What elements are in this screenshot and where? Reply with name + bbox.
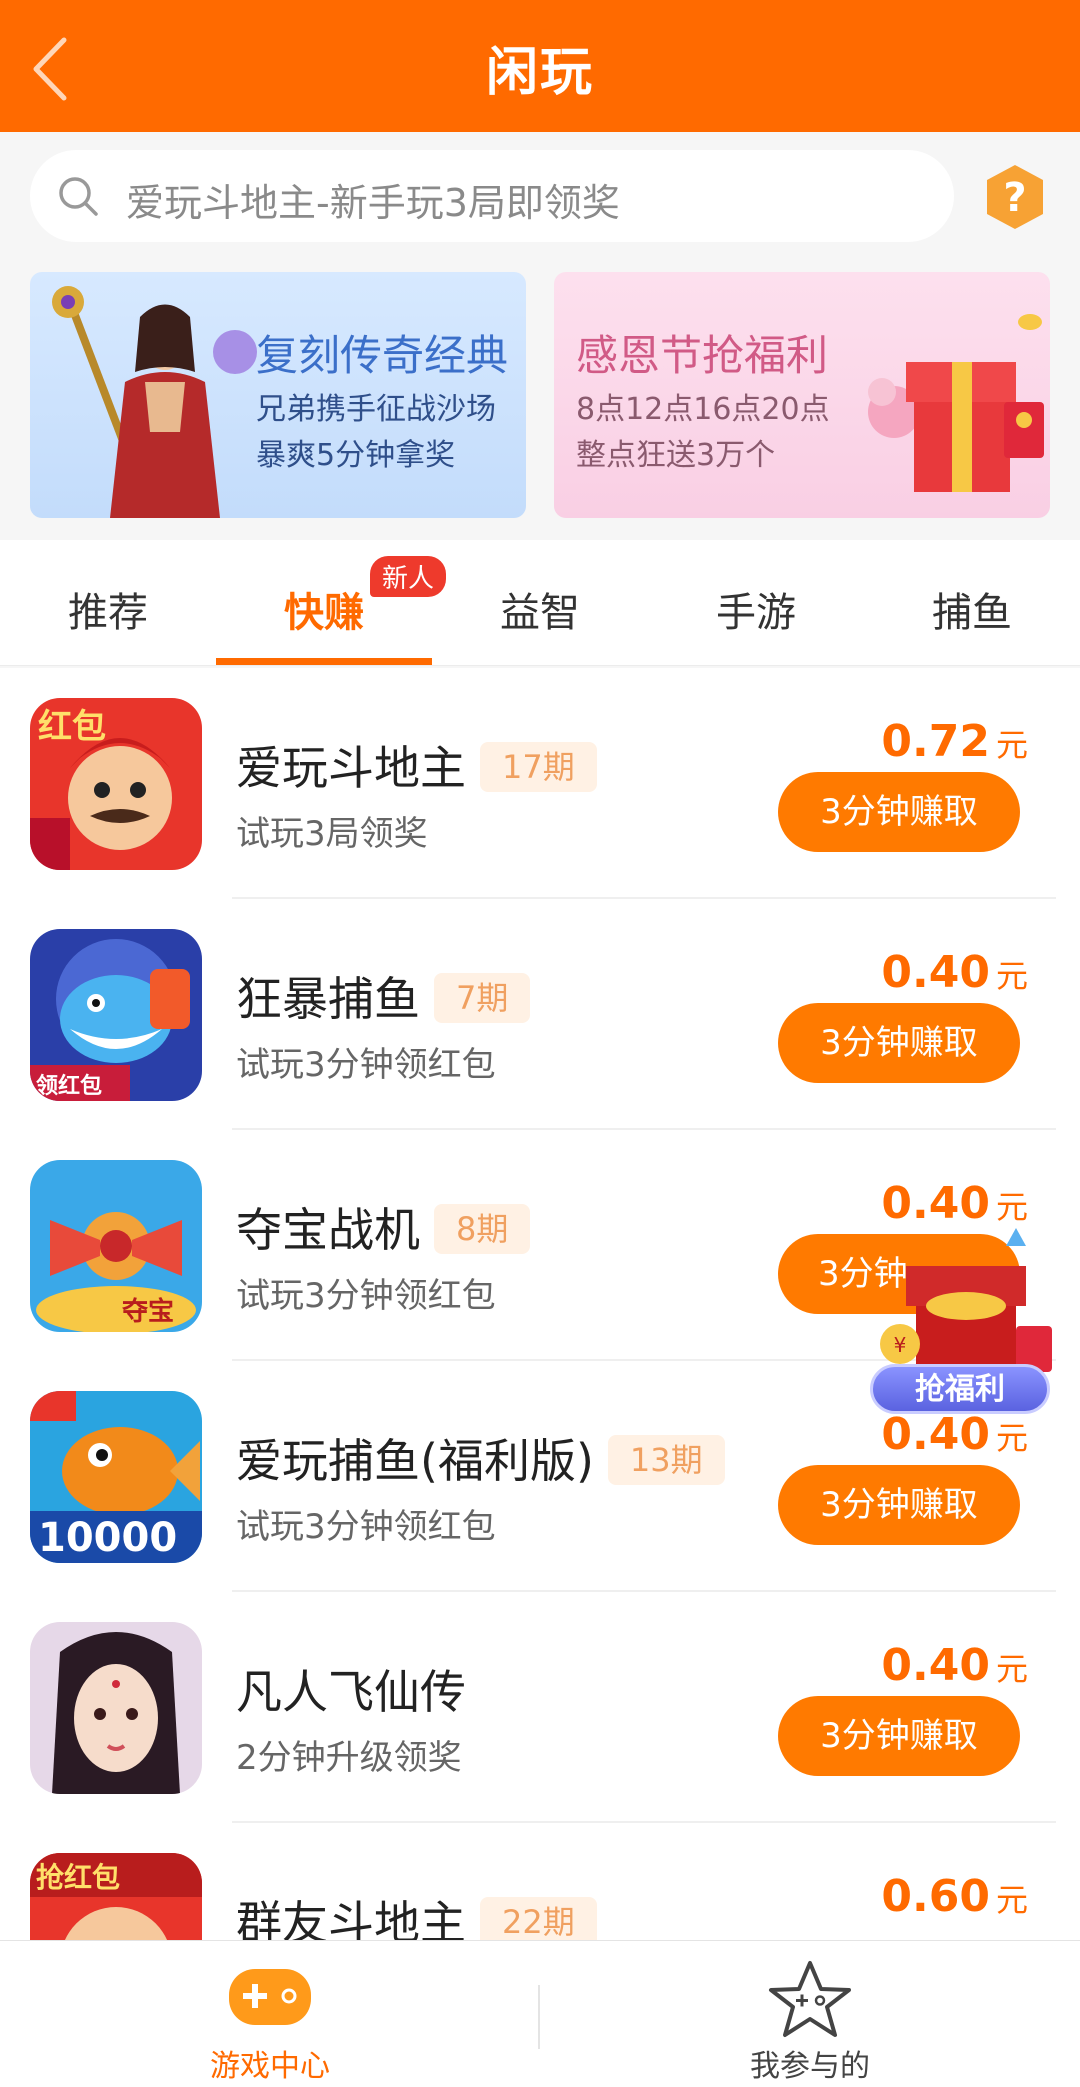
- tab-mobile-games[interactable]: 手游: [648, 580, 864, 638]
- svg-text:?: ?: [1003, 175, 1026, 221]
- game-description: 2分钟升级领奖: [236, 1738, 462, 1778]
- issue-badge: 22期: [480, 1897, 597, 1940]
- game-title: 爱玩捕鱼(福利版) 13期: [236, 1425, 725, 1491]
- search-icon: [59, 177, 98, 216]
- icon-caption: 领红包: [36, 1073, 102, 1099]
- bottom-navigation: 游戏中心 我参与的: [0, 1940, 1080, 2087]
- icon-caption: 夺宝: [122, 1296, 174, 1327]
- gamepad-icon: [229, 1969, 311, 2025]
- banner-subtitle: 整点狂送3万个: [576, 438, 776, 473]
- game-title: 夺宝战机 8期: [236, 1194, 531, 1260]
- search-input[interactable]: 爱玩斗地主-新手玩3局即领奖: [30, 150, 954, 242]
- game-description: 试玩3分钟领红包: [236, 1276, 496, 1316]
- tab-fishing[interactable]: 捕鱼: [864, 580, 1080, 638]
- issue-badge: 8期: [434, 1204, 531, 1254]
- game-title: 狂暴捕鱼 7期: [236, 963, 531, 1029]
- banner-title: 感恩节抢福利: [576, 331, 829, 380]
- tab-puzzle[interactable]: 益智: [432, 580, 648, 638]
- game-description: 试玩3局领奖: [236, 814, 428, 854]
- earn-button[interactable]: 3分钟赚取: [778, 1465, 1020, 1545]
- game-description: 试玩3分钟领红包: [236, 1045, 496, 1085]
- banner-title: 复刻传奇经典: [256, 331, 509, 380]
- banner-subtitle: 8点12点16点20点: [576, 392, 830, 427]
- banner-thanksgiving[interactable]: 感恩节抢福利 8点12点16点20点 整点狂送3万个: [554, 272, 1050, 518]
- banner-subtitle: 兄弟携手征战沙场: [256, 392, 496, 427]
- banner-legend[interactable]: 复刻传奇经典 兄弟携手征战沙场 暴爽5分钟拿奖: [30, 272, 526, 518]
- nav-label: 我参与的: [750, 2049, 870, 2084]
- list-item[interactable]: 抢红包 群友斗地主 22期 0.60 元: [0, 1823, 1080, 1940]
- nav-game-center[interactable]: 游戏中心: [0, 1941, 540, 2087]
- search-area: 爱玩斗地主-新手玩3局即领奖 ?: [0, 132, 1080, 262]
- issue-badge: 13期: [607, 1435, 725, 1485]
- fishing-welfare-app-icon: 10000: [30, 1391, 202, 1563]
- earn-button[interactable]: 3分钟赚取: [778, 1696, 1020, 1776]
- banner-subtitle: 暴爽5分钟拿奖: [256, 438, 456, 473]
- category-tabs: 推荐 快赚 新人 益智 手游 捕鱼: [0, 540, 1080, 666]
- list-item[interactable]: 领红包 狂暴捕鱼 7期 试玩3分钟领红包 0.40 元 3分钟赚取: [0, 899, 1080, 1130]
- list-item[interactable]: 凡人飞仙传 2分钟升级领奖 0.40 元 3分钟赚取: [0, 1592, 1080, 1823]
- game-title: 爱玩斗地主 17期: [236, 732, 597, 798]
- star-icon: [769, 1961, 851, 2037]
- page-title: 闲玩: [485, 43, 594, 103]
- nav-my-participation[interactable]: 我参与的: [540, 1941, 1080, 2087]
- gift-box-icon: [868, 314, 1044, 492]
- issue-badge: 7期: [434, 973, 531, 1023]
- search-placeholder: 爱玩斗地主-新手玩3局即领奖: [126, 181, 620, 225]
- issue-badge: 17期: [480, 742, 597, 792]
- earn-button[interactable]: 3分钟赚取: [778, 1003, 1020, 1083]
- warrior-art-icon: [52, 286, 257, 518]
- reward-amount: 0.40 元: [881, 947, 1028, 998]
- svg-text:¥: ¥: [894, 1333, 907, 1357]
- reward-amount: 0.60 元: [881, 1871, 1028, 1922]
- reward-amount: 0.72 元: [881, 716, 1028, 767]
- icon-caption: 红包: [38, 707, 106, 747]
- game-title: 凡人飞仙传: [236, 1665, 466, 1719]
- promo-banners: 复刻传奇经典 兄弟携手征战沙场 暴爽5分钟拿奖 感恩节抢福利 8点12点16点2…: [0, 262, 1080, 520]
- help-icon[interactable]: ?: [980, 162, 1050, 232]
- fighter-app-icon: 夺宝: [30, 1160, 202, 1332]
- reward-amount: 0.40 元: [881, 1640, 1028, 1691]
- fishing-app-icon: 领红包: [30, 929, 202, 1101]
- reward-amount: 0.40 元: [881, 1178, 1028, 1229]
- nav-label: 游戏中心: [210, 2049, 330, 2084]
- qunyou-doudizhu-app-icon: 抢红包: [30, 1853, 202, 1940]
- game-description: 试玩3分钟领红包: [236, 1507, 496, 1547]
- immortal-app-icon: [30, 1622, 202, 1794]
- tab-recommend[interactable]: 推荐: [0, 580, 216, 638]
- top-bar: 闲玩: [0, 0, 1080, 132]
- list-item[interactable]: 红包 爱玩斗地主 17期 试玩3局领奖 0.72 元 3分钟赚取: [0, 668, 1080, 899]
- active-tab-indicator: [216, 658, 432, 665]
- earn-button[interactable]: 3分钟赚取: [778, 772, 1020, 852]
- reward-amount: 0.40 元: [881, 1409, 1028, 1460]
- doudizhu-app-icon: 红包: [30, 698, 202, 870]
- grab-welfare-button[interactable]: 抢福利: [870, 1364, 1050, 1414]
- game-title: 群友斗地主 22期: [236, 1887, 597, 1940]
- icon-caption: 10000: [38, 1515, 177, 1561]
- icon-caption: 抢红包: [36, 1861, 120, 1894]
